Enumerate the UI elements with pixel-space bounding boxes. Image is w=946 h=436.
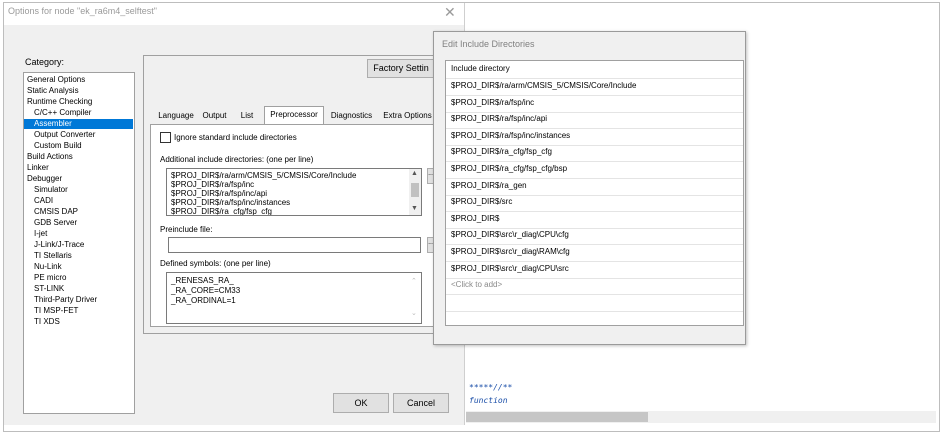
options-titlebar: Options for node "ek_ra6m4_selftest" ✕ (4, 3, 464, 25)
category-item[interactable]: Debugger (24, 174, 62, 184)
include-dir-line: $PROJ_DIR$/ra/fsp/inc/instances (171, 198, 291, 207)
defined-symbol-line: _RA_ORDINAL=1 (171, 296, 236, 305)
tab-preprocessor[interactable]: Preprocessor (264, 106, 324, 126)
code-function-line: function (469, 396, 508, 405)
include-directory-row[interactable]: $PROJ_DIR$\src\r_diag\CPU\src (446, 261, 743, 279)
scroll-up-icon[interactable]: ⌃ (411, 277, 417, 285)
include-directory-row[interactable]: $PROJ_DIR$/ra/arm/CMSIS_5/CMSIS/Core/Inc… (446, 78, 743, 96)
category-item[interactable]: Build Actions (24, 152, 73, 162)
include-dir-line: $PROJ_DIR$/ra/arm/CMSIS_5/CMSIS/Core/Inc… (171, 171, 357, 180)
editor-horizontal-scrollbar[interactable] (466, 411, 936, 423)
options-dialog-title: Options for node "ek_ra6m4_selftest" (8, 6, 157, 16)
category-item[interactable]: TI Stellaris (24, 251, 72, 261)
category-item[interactable]: Linker (24, 163, 49, 173)
include-directory-row[interactable]: $PROJ_DIR$/src (446, 194, 743, 213)
close-icon[interactable]: ✕ (444, 4, 456, 21)
scrollbar-thumb[interactable] (411, 183, 419, 197)
include-directory-path: $PROJ_DIR$/src (451, 197, 513, 207)
include-dirs-textarea[interactable]: $PROJ_DIR$/ra/arm/CMSIS_5/CMSIS/Core/Inc… (166, 168, 422, 216)
factory-settings-button[interactable]: Factory Settin (367, 59, 435, 78)
include-directory-list[interactable]: Include directory $PROJ_DIR$/ra/arm/CMSI… (445, 60, 744, 326)
include-list-header: Include directory (446, 61, 743, 79)
category-item[interactable]: Third-Party Driver (24, 295, 97, 305)
category-item[interactable]: CADI (24, 196, 53, 206)
include-directory-path: $PROJ_DIR$/ra/arm/CMSIS_5/CMSIS/Core/Inc… (451, 81, 637, 90)
preinclude-input[interactable] (168, 237, 421, 253)
click-to-add-label: <Click to add> (451, 280, 503, 290)
category-item[interactable]: General Options (24, 75, 85, 85)
defined-symbol-line: _RA_CORE=CM33 (171, 286, 241, 295)
include-dir-line: $PROJ_DIR$/ra_cfg/fsp_cfg (171, 207, 272, 216)
category-item[interactable]: TI XDS (24, 317, 60, 327)
tab-language[interactable]: Language (156, 108, 196, 124)
scroll-down-icon[interactable]: ▼ (411, 205, 418, 212)
preinclude-label: Preinclude file: (160, 225, 213, 234)
category-item[interactable]: GDB Server (24, 218, 77, 228)
include-header-label: Include directory (451, 64, 510, 73)
code-comment-line: *****//** (469, 383, 513, 392)
category-label: Category: (25, 57, 65, 67)
category-item[interactable]: J-Link/J-Trace (24, 240, 84, 250)
category-item[interactable]: ST-LINK (24, 284, 64, 294)
include-directory-path: $PROJ_DIR$/ra_cfg/fsp_cfg/bsp (451, 164, 568, 173)
include-directory-row[interactable]: $PROJ_DIR$/ra_cfg/fsp_cfg (446, 144, 743, 163)
ok-button[interactable]: OK (333, 393, 389, 413)
include-dirs-label: Additional include directories: (one per… (160, 155, 314, 164)
ignore-std-include-label: Ignore standard include directories (174, 133, 297, 142)
category-item[interactable]: Static Analysis (24, 86, 79, 96)
include-directory-row[interactable]: $PROJ_DIR$\src\r_diag\CPU\cfg (446, 227, 743, 246)
include-directory-path: $PROJ_DIR$/ra/fsp/inc/api (451, 114, 548, 124)
tab-output[interactable]: Output (199, 108, 230, 124)
category-item[interactable]: I-jet (24, 229, 47, 239)
include-dir-line: $PROJ_DIR$/ra/fsp/inc (171, 180, 255, 189)
ignore-std-include-checkbox[interactable] (160, 132, 171, 143)
include-directory-row[interactable]: $PROJ_DIR$/ra_gen (446, 178, 743, 196)
category-item[interactable]: C/C++ Compiler (24, 108, 91, 118)
include-directory-path: $PROJ_DIR$\src\r_diag\CPU\cfg (451, 230, 569, 240)
include-directory-path: $PROJ_DIR$\src\r_diag\CPU\src (451, 263, 569, 273)
include-dirs-scrollbar[interactable]: ▲ ▼ (409, 169, 421, 215)
include-directory-path: $PROJ_DIR$ (451, 213, 500, 223)
scroll-up-icon[interactable]: ▲ (411, 170, 418, 177)
category-item[interactable]: Custom Build (24, 141, 82, 151)
tab-diagnostics[interactable]: Diagnostics (326, 108, 377, 124)
tab-extra-options[interactable]: Extra Options (380, 108, 435, 124)
scrollbar-thumb[interactable] (466, 412, 648, 422)
category-item[interactable]: Simulator (24, 185, 68, 195)
category-item[interactable]: Output Converter (24, 130, 95, 140)
edit-include-directories-dialog: Edit Include Directories Include directo… (433, 31, 746, 345)
empty-row (446, 294, 743, 312)
category-item[interactable]: PE micro (24, 273, 66, 283)
category-list[interactable]: General Options Static Analysis Runtime Ch… (23, 72, 135, 414)
include-directory-row[interactable]: $PROJ_DIR$ (446, 211, 743, 229)
category-item[interactable]: TI MSP-FET (24, 306, 78, 316)
defined-symbol-line: _RENESAS_RA_ (171, 276, 234, 285)
include-directory-path: $PROJ_DIR$/ra_gen (451, 180, 527, 190)
category-item[interactable]: Runtime Checking (24, 97, 92, 107)
include-directory-path: $PROJ_DIR$/ra/fsp/inc (451, 97, 535, 107)
category-item[interactable]: Nu-Link (24, 262, 62, 272)
include-directory-path: $PROJ_DIR$/ra_cfg/fsp_cfg (451, 147, 552, 157)
defined-symbols-textarea[interactable]: _RENESAS_RA_ _RA_CORE=CM33 _RA_ORDINAL=1 ⌃… (166, 272, 422, 324)
include-directory-row[interactable]: $PROJ_DIR$\src\r_diag\RAM\cfg (446, 244, 743, 262)
include-directory-path: $PROJ_DIR$/ra/fsp/inc/instances (451, 130, 571, 140)
include-dialog-title: Edit Include Directories (442, 39, 535, 49)
include-directory-row[interactable]: $PROJ_DIR$/ra_cfg/fsp_cfg/bsp (446, 161, 743, 179)
include-dir-line: $PROJ_DIR$/ra/fsp/inc/api (171, 189, 268, 198)
cancel-button[interactable]: Cancel (393, 393, 449, 413)
tab-list[interactable]: List (233, 108, 261, 124)
scroll-down-icon[interactable]: ⌄ (411, 309, 417, 317)
include-directory-path: $PROJ_DIR$\src\r_diag\RAM\cfg (451, 247, 570, 256)
include-directory-row[interactable]: $PROJ_DIR$/ra/fsp/inc (446, 95, 743, 113)
include-directory-row[interactable]: $PROJ_DIR$/ra/fsp/inc/api (446, 111, 743, 130)
category-item[interactable]: Assembler (24, 119, 133, 129)
category-item[interactable]: CMSIS DAP (24, 207, 78, 217)
click-to-add-row[interactable]: <Click to add> (446, 277, 743, 296)
include-directory-row[interactable]: $PROJ_DIR$/ra/fsp/inc/instances (446, 128, 743, 146)
defined-symbols-label: Defined symbols: (one per line) (160, 259, 271, 268)
